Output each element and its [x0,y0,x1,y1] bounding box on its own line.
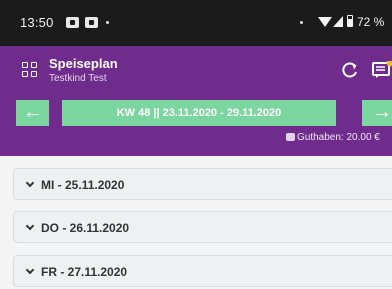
day-row-freitag[interactable]: FR - 27.11.2020 [13,255,392,287]
battery-percent: 72 % [357,15,385,29]
chevron-down-icon [25,178,35,188]
day-label: MI - 25.11.2020 [41,178,125,192]
next-week-button[interactable]: → [362,100,392,126]
previous-week-button[interactable]: ← [16,100,49,126]
balance-display: Guthaben: 20.00 € [286,132,380,143]
app-bar: Speiseplan Testkind Test [0,46,392,94]
message-icon[interactable] [372,61,392,79]
app-screen: 13:50 72 % Speiseplan Testkind Test ← KW… [0,0,392,289]
coins-icon [286,133,295,141]
balance-text: Guthaben: 20.00 € [297,132,380,143]
dot-icon [106,21,109,24]
status-time: 13:50 [20,15,54,30]
day-row-mittwoch[interactable]: MI - 25.11.2020 [13,168,392,200]
chevron-down-icon [25,221,35,231]
battery-icon [347,15,353,27]
signal-icon [333,16,343,27]
refresh-icon[interactable] [340,60,360,80]
chevron-down-icon [25,265,35,275]
week-label[interactable]: KW 48 || 23.11.2020 - 29.11.2020 [62,100,336,126]
grid-icon[interactable] [22,62,38,78]
notification-icon [85,17,98,28]
day-label: DO - 26.11.2020 [41,221,130,235]
dot-icon [300,21,303,24]
app-title: Speiseplan [49,56,118,71]
day-row-donnerstag[interactable]: DO - 26.11.2020 [13,211,392,243]
day-list: MI - 25.11.2020 DO - 26.11.2020 FR - 27.… [0,156,392,289]
status-bar: 13:50 72 % [0,0,392,46]
notification-icon [66,17,79,28]
app-subtitle: Testkind Test [49,73,107,84]
day-label: FR - 27.11.2020 [41,265,128,279]
week-navigation: ← KW 48 || 23.11.2020 - 29.11.2020 → Gut… [0,94,392,156]
wifi-icon [318,17,332,27]
